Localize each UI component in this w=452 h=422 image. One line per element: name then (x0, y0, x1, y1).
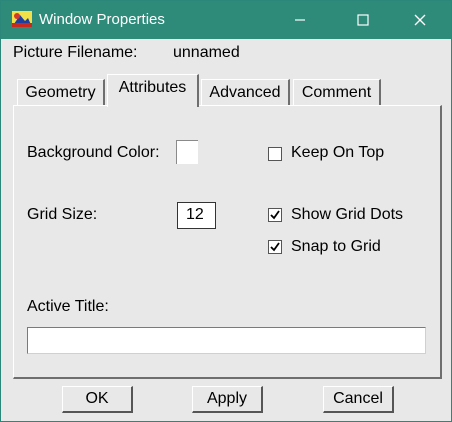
title-bar[interactable]: Window Properties (1, 1, 451, 39)
tab-advanced[interactable]: Advanced (201, 79, 290, 107)
picture-filename-value: unnamed (173, 44, 240, 61)
maximize-button[interactable] (340, 1, 386, 39)
tab-attributes[interactable]: Attributes (107, 74, 199, 107)
snap-to-grid-label: Snap to Grid (291, 238, 381, 255)
active-title-input[interactable] (27, 327, 426, 354)
ok-button[interactable]: OK (62, 386, 133, 413)
cancel-button[interactable]: Cancel (323, 386, 394, 413)
keep-on-top-checkbox[interactable] (268, 147, 282, 161)
snap-to-grid-checkbox[interactable] (268, 240, 282, 254)
keep-on-top-label: Keep On Top (291, 144, 385, 161)
maximize-icon (357, 14, 369, 26)
minimize-button[interactable] (277, 1, 323, 39)
background-color-label: Background Color: (27, 144, 160, 161)
background-color-swatch[interactable] (176, 140, 198, 164)
active-title-label: Active Title: (27, 298, 109, 315)
show-grid-dots-checkbox[interactable] (268, 208, 282, 222)
checkmark-icon (270, 242, 280, 252)
minimize-icon (295, 19, 305, 21)
tab-geometry[interactable]: Geometry (17, 79, 105, 107)
grid-size-label: Grid Size: (27, 206, 98, 223)
close-icon (414, 14, 426, 26)
window-properties-dialog: Window Properties Picture Filename: unna… (0, 0, 452, 422)
picture-filename-label: Picture Filename: (13, 44, 138, 61)
tab-comment[interactable]: Comment (293, 79, 381, 107)
window-title: Window Properties (39, 11, 165, 28)
close-button[interactable] (397, 1, 443, 39)
grid-size-input[interactable]: 12 (177, 202, 216, 229)
checkmark-icon (270, 210, 280, 220)
show-grid-dots-label: Show Grid Dots (291, 206, 404, 223)
app-icon (11, 9, 33, 29)
apply-button[interactable]: Apply (192, 386, 263, 413)
